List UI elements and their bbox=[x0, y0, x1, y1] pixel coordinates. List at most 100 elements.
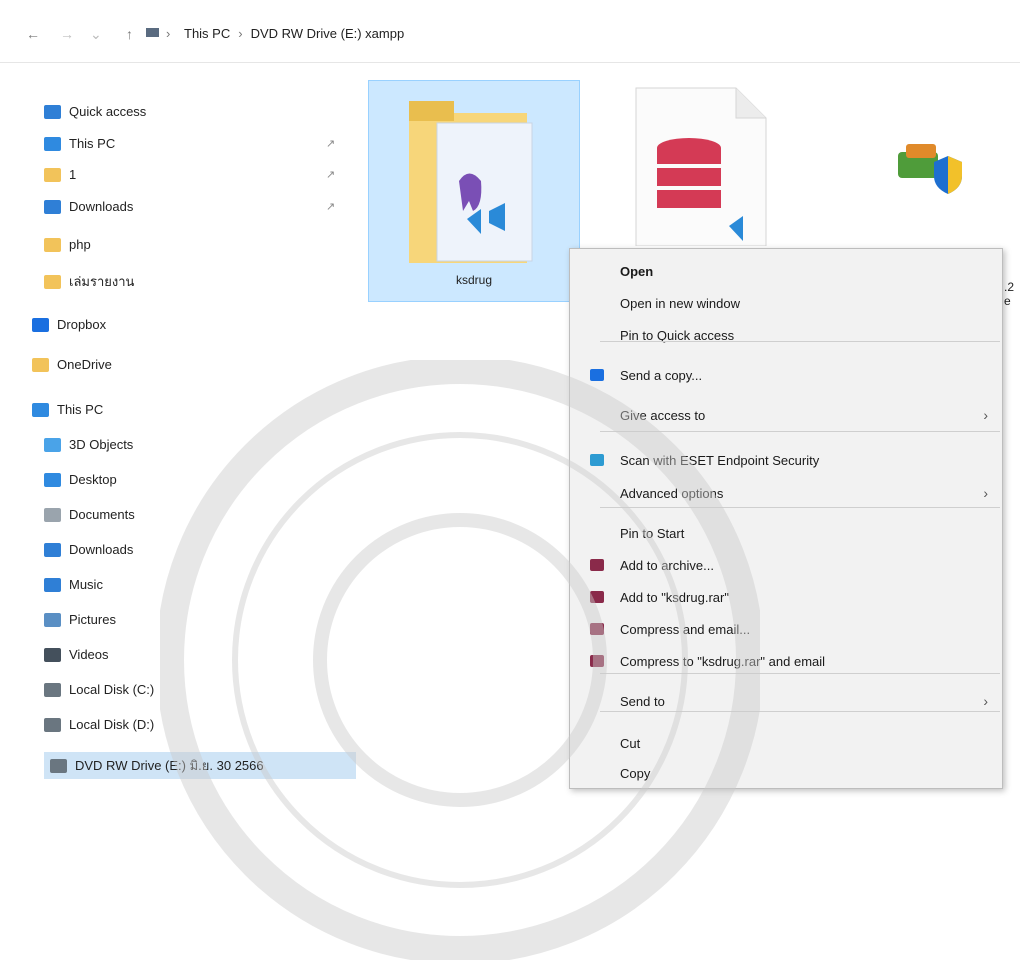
folder-icon bbox=[44, 237, 61, 252]
music-icon bbox=[44, 577, 61, 592]
sidebar-item[interactable]: 3D Objects bbox=[44, 437, 133, 452]
eset-icon bbox=[590, 454, 604, 466]
dropbox-icon bbox=[590, 369, 604, 381]
document-icon bbox=[44, 507, 61, 522]
sidebar-item-label: 1 bbox=[69, 167, 77, 182]
sidebar-item[interactable]: เล่มรายงาน bbox=[44, 271, 134, 292]
database-file-icon bbox=[635, 87, 767, 246]
breadcrumb-item[interactable]: DVD RW Drive (E:) xampp bbox=[251, 26, 405, 41]
sidebar-item-label: Documents bbox=[69, 507, 135, 522]
menu-item-label: Compress and email... bbox=[620, 621, 751, 637]
sidebar-item-label: OneDrive bbox=[57, 357, 112, 372]
sidebar-item-label: 3D Objects bbox=[69, 437, 134, 452]
winrar-icon bbox=[590, 591, 604, 603]
sidebar-item[interactable]: Music bbox=[44, 577, 103, 592]
cube-icon bbox=[44, 437, 61, 452]
sidebar-item[interactable]: Desktop bbox=[44, 472, 117, 487]
breadcrumb-item[interactable]: This PC bbox=[184, 26, 230, 41]
winrar-icon bbox=[590, 623, 604, 635]
sidebar-item[interactable]: 1 bbox=[44, 167, 76, 182]
sidebar-item-label: Downloads bbox=[69, 542, 134, 557]
menu-item-label: Add to archive... bbox=[620, 557, 714, 573]
forward-button[interactable]: → bbox=[60, 26, 74, 42]
download-icon bbox=[44, 199, 61, 214]
pin-icon: ↗ bbox=[326, 169, 336, 181]
menu-item-label: Compress to "ksdrug.rar" and email bbox=[620, 653, 826, 669]
sidebar-item[interactable]: OneDrive bbox=[32, 357, 112, 372]
menu-item[interactable]: Pin to Start bbox=[570, 519, 1002, 547]
menu-item-label: Add to "ksdrug.rar" bbox=[620, 589, 729, 605]
sidebar-item[interactable]: Local Disk (D:) bbox=[44, 717, 154, 732]
menu-separator bbox=[600, 431, 1000, 432]
menu-item-label: Copy bbox=[620, 765, 651, 781]
picture-icon bbox=[44, 612, 61, 627]
menu-separator bbox=[600, 507, 1000, 508]
menu-item[interactable]: Compress and email... bbox=[570, 615, 1002, 643]
sidebar-item[interactable]: php bbox=[44, 237, 91, 252]
menu-item[interactable]: Add to archive... bbox=[570, 551, 1002, 579]
chevron-right-icon: › bbox=[983, 407, 988, 423]
sidebar-item-label: Music bbox=[69, 577, 103, 592]
menu-separator bbox=[600, 673, 1000, 674]
up-button[interactable]: ↑ bbox=[126, 26, 133, 42]
menu-item[interactable]: Scan with ESET Endpoint Security bbox=[570, 446, 1002, 474]
menu-item[interactable]: Compress to "ksdrug.rar" and email bbox=[570, 647, 1002, 675]
menu-item[interactable]: Give access to › bbox=[570, 401, 1002, 429]
menu-item-label: Advanced options bbox=[620, 485, 724, 501]
sidebar-item[interactable]: Dropbox bbox=[32, 317, 106, 332]
chevron-right-icon: › bbox=[983, 485, 988, 501]
sidebar-item[interactable]: Downloads bbox=[44, 199, 133, 214]
sidebar-item[interactable]: Documents bbox=[44, 507, 135, 522]
sidebar-item[interactable]: Local Disk (C:) bbox=[44, 682, 154, 697]
menu-item-label: Send to bbox=[620, 693, 665, 709]
menu-item[interactable]: Open in new window bbox=[570, 289, 1002, 317]
download-icon bbox=[44, 542, 61, 557]
dvd-icon bbox=[50, 758, 67, 773]
sidebar-item[interactable]: Downloads bbox=[44, 542, 133, 557]
navigation-pane: Quick access This PC ↗ 1 ↗ Downloads ↗ php เล่มร… bbox=[0, 62, 356, 787]
sidebar-item[interactable]: DVD RW Drive (E:) มิ.ย. 30 2566 bbox=[44, 752, 356, 779]
menu-item[interactable]: Cut bbox=[570, 729, 1002, 757]
menu-item[interactable]: Advanced options › bbox=[570, 479, 1002, 507]
sidebar-item[interactable]: This PC bbox=[44, 136, 115, 151]
disk-icon bbox=[44, 717, 61, 732]
sidebar-item-label: Videos bbox=[69, 647, 109, 662]
sidebar-item-label: php bbox=[69, 237, 91, 252]
pin-icon: ↗ bbox=[326, 138, 336, 150]
sidebar-item[interactable]: Quick access bbox=[44, 104, 146, 119]
sidebar-item-label: Pictures bbox=[69, 612, 116, 627]
sidebar-item-label: เล่มรายงาน bbox=[69, 274, 135, 289]
monitor-icon bbox=[44, 136, 61, 151]
menu-item-label: Open bbox=[620, 263, 654, 279]
shield-app-icon bbox=[898, 144, 962, 194]
menu-item[interactable]: Open bbox=[570, 257, 1002, 285]
folder-icon bbox=[44, 274, 61, 289]
star-icon bbox=[44, 104, 61, 119]
file-tile-ksdrug[interactable]: ksdrug bbox=[368, 80, 580, 302]
sidebar-item-label: Downloads bbox=[69, 199, 134, 214]
file-label: ksdrug bbox=[455, 273, 493, 287]
sidebar-item-label: This PC bbox=[57, 402, 104, 417]
menu-item-label: Send a copy... bbox=[620, 367, 703, 383]
back-button[interactable]: ← bbox=[26, 26, 40, 42]
menu-separator bbox=[600, 341, 1000, 342]
context-menu: Open Open in new window Pin to Quick acces… bbox=[569, 248, 1003, 789]
recent-dropdown[interactable]: ⌄ bbox=[90, 26, 102, 43]
menu-item[interactable]: Add to "ksdrug.rar" bbox=[570, 583, 1002, 611]
sidebar-item[interactable]: This PC bbox=[32, 402, 103, 417]
sidebar-item-label: This PC bbox=[69, 136, 116, 151]
dropbox-icon bbox=[32, 317, 49, 332]
menu-item[interactable]: Copy bbox=[570, 759, 1002, 787]
menu-item[interactable]: Send a copy... bbox=[570, 361, 1002, 389]
pc-icon bbox=[146, 28, 159, 37]
sidebar-item[interactable]: Pictures bbox=[44, 612, 116, 627]
folder-icon bbox=[44, 167, 61, 182]
sidebar-item-label: Local Disk (D:) bbox=[69, 717, 155, 732]
winrar-icon bbox=[590, 655, 604, 667]
sidebar-item-label: Local Disk (C:) bbox=[69, 682, 155, 697]
breadcrumb: This PC › DVD RW Drive (E:) xampp bbox=[184, 26, 405, 41]
sidebar-item[interactable]: Videos bbox=[44, 647, 109, 662]
monitor-icon bbox=[32, 402, 49, 417]
sidebar-item-label: Desktop bbox=[69, 472, 117, 487]
menu-item[interactable]: Pin to Quick access bbox=[570, 321, 1002, 349]
